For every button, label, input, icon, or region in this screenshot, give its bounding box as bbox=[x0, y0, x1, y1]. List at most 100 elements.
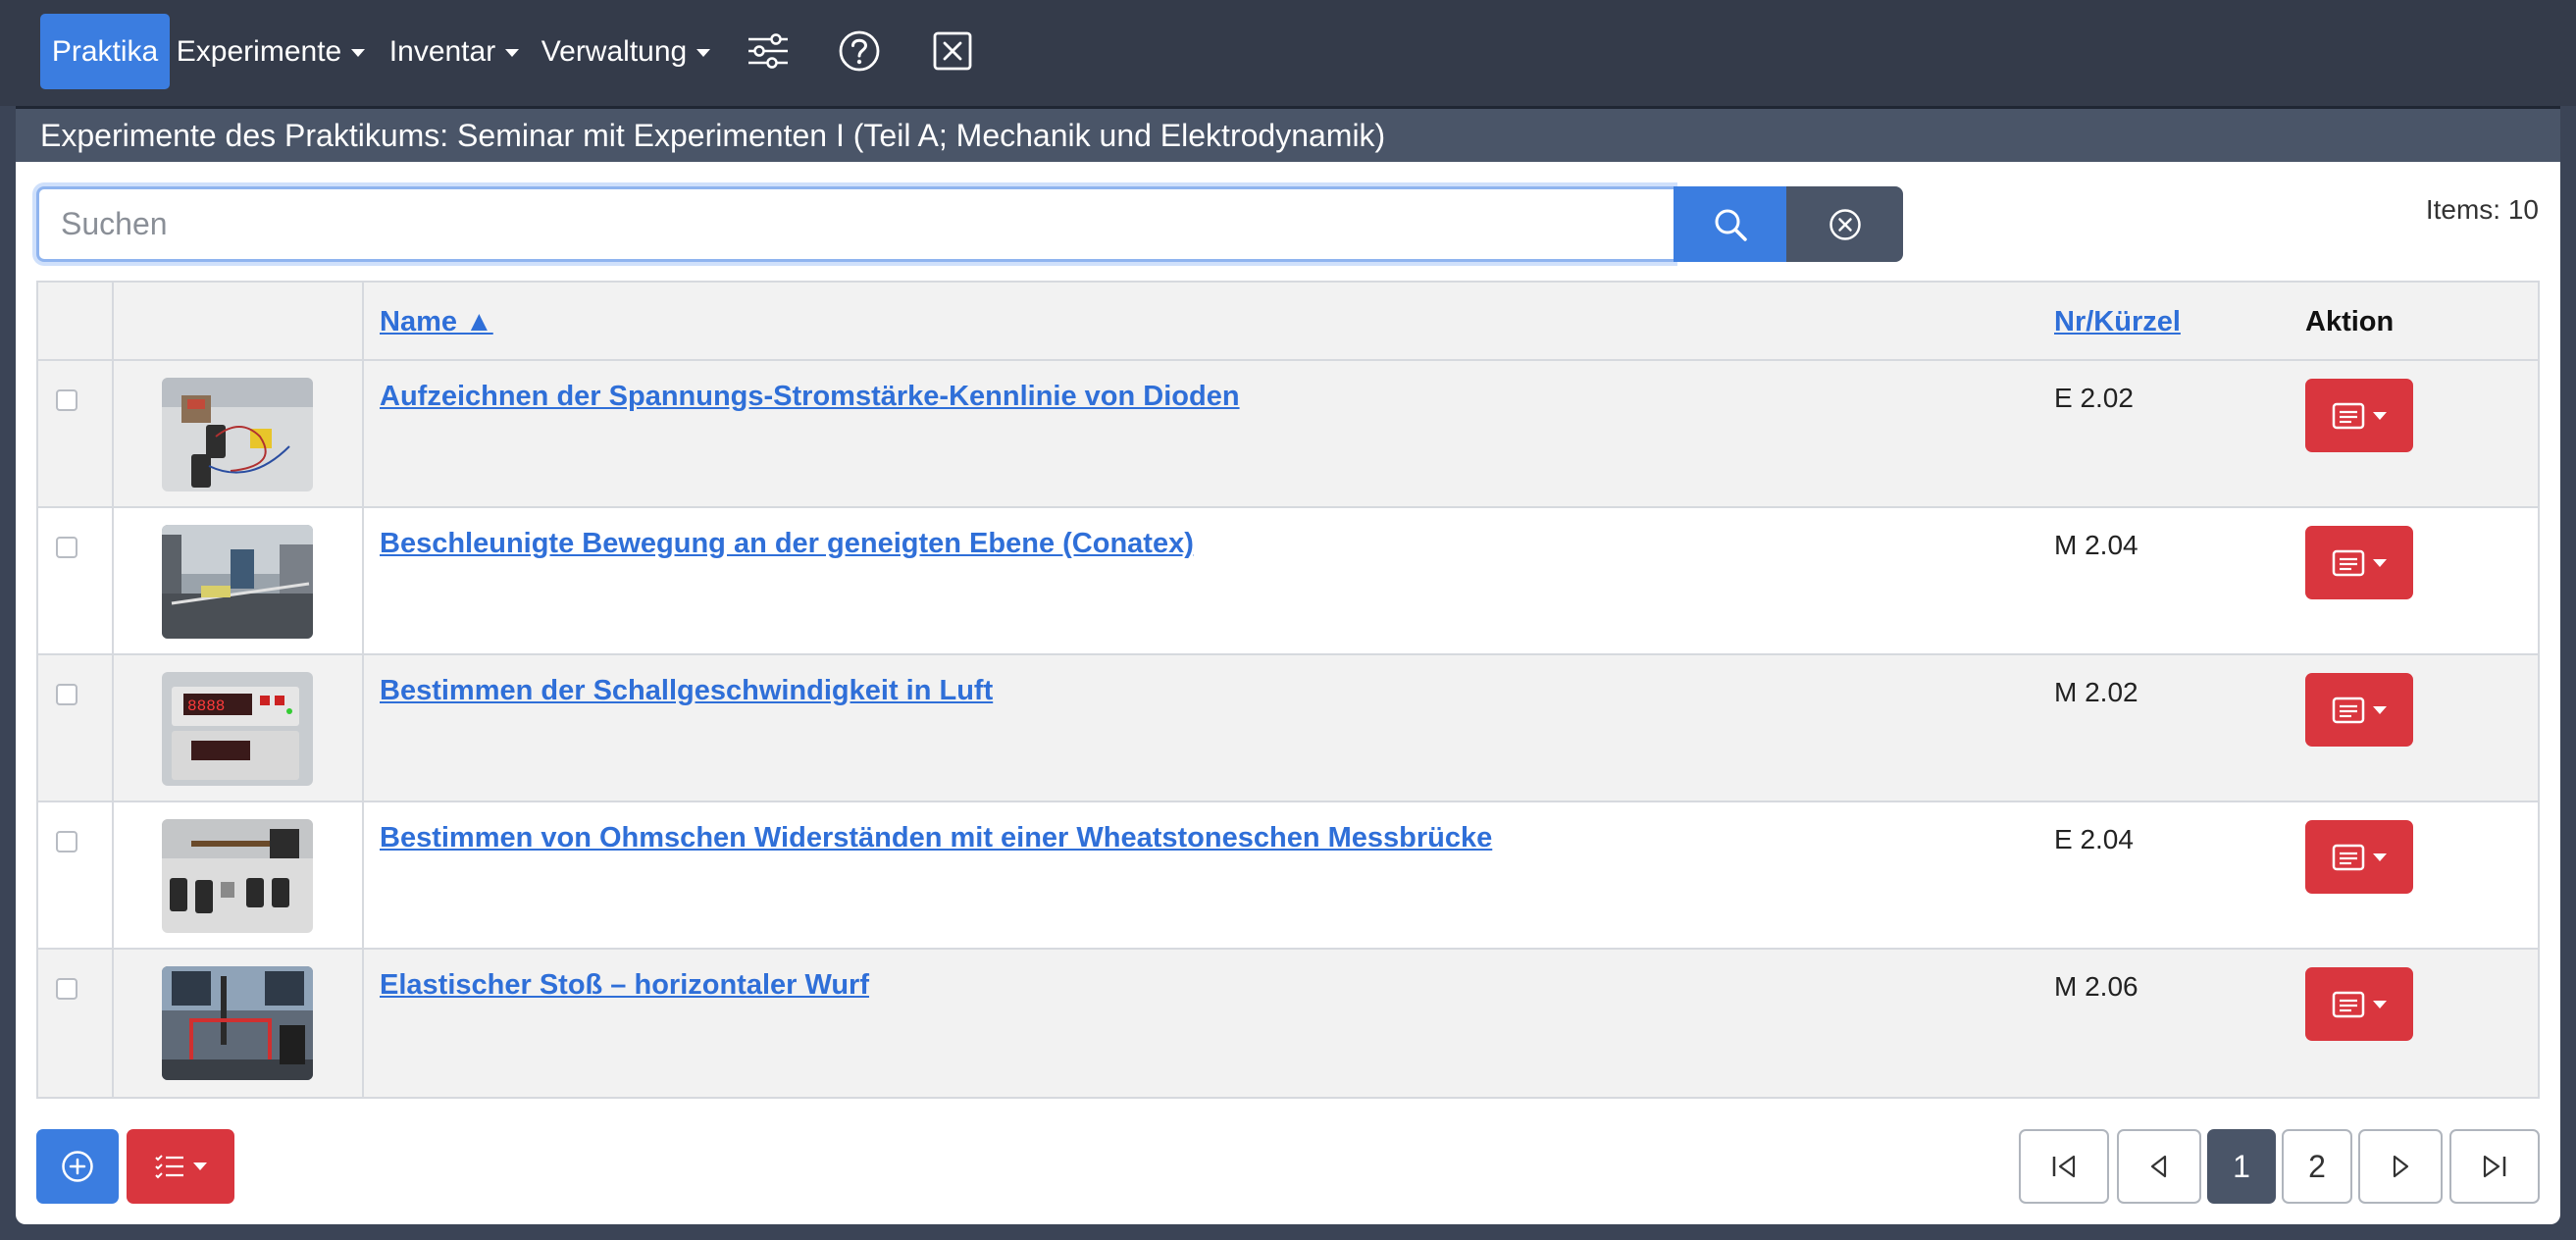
caret-down-icon bbox=[2373, 558, 2387, 567]
table-row: Beschleunigte Bewegung an der geneigten … bbox=[38, 508, 2538, 655]
row-action-dropdown[interactable] bbox=[2305, 379, 2413, 452]
row-checkbox[interactable] bbox=[56, 684, 77, 705]
row-action-dropdown[interactable] bbox=[2305, 820, 2413, 894]
column-header-name[interactable]: Name ▲ bbox=[380, 283, 493, 361]
settings-sliders-button[interactable] bbox=[741, 24, 796, 78]
experiment-name-link[interactable]: Bestimmen von Ohmschen Widerständen mit … bbox=[380, 822, 1492, 854]
previous-page-button[interactable] bbox=[2117, 1129, 2201, 1204]
search-bar bbox=[36, 186, 1903, 262]
sliders-icon bbox=[748, 33, 788, 69]
next-page-button[interactable] bbox=[2358, 1129, 2443, 1204]
nav-verwaltung-label: Verwaltung bbox=[541, 34, 688, 68]
help-button[interactable] bbox=[832, 24, 887, 78]
experiment-name-link[interactable]: Aufzeichnen der Spannungs-Stromstärke-Ke… bbox=[380, 381, 1240, 413]
table-row: Bestimmen von Ohmschen Widerständen mit … bbox=[38, 802, 2538, 950]
nav-experimente-label: Experimente bbox=[176, 34, 342, 68]
nav-praktika-label: Praktika bbox=[51, 34, 159, 68]
experiment-thumbnail bbox=[162, 525, 313, 639]
plus-circle-icon bbox=[62, 1151, 93, 1182]
nav-experimente-dropdown[interactable]: Experimente bbox=[176, 14, 366, 89]
add-experiment-button[interactable] bbox=[36, 1129, 119, 1204]
row-action-dropdown[interactable] bbox=[2305, 526, 2413, 599]
experiment-code: M 2.06 bbox=[2054, 971, 2138, 1002]
column-divider bbox=[362, 361, 364, 506]
experiment-name-link[interactable]: Elastischer Stoß – horizontaler Wurf bbox=[380, 969, 869, 1002]
experiment-code: M 2.04 bbox=[2054, 530, 2138, 560]
caret-left-icon bbox=[2150, 1155, 2167, 1178]
bulk-action-dropdown[interactable] bbox=[127, 1129, 234, 1204]
experiment-code: E 2.04 bbox=[2054, 824, 2134, 854]
column-divider bbox=[112, 283, 114, 359]
caret-down-icon bbox=[505, 48, 520, 57]
last-page-button[interactable] bbox=[2449, 1129, 2540, 1204]
caret-down-icon bbox=[2373, 852, 2387, 861]
nav-inventar-dropdown[interactable]: Inventar bbox=[385, 14, 524, 89]
caret-down-icon bbox=[2373, 1000, 2387, 1008]
page-title: Experimente des Praktikums: Seminar mit … bbox=[16, 106, 2560, 162]
list-alt-icon bbox=[2332, 549, 2365, 576]
caret-right-icon bbox=[2393, 1155, 2409, 1178]
caret-down-icon bbox=[2373, 411, 2387, 420]
column-divider bbox=[112, 508, 114, 653]
column-divider bbox=[362, 655, 364, 801]
table-header: Name ▲ Nr/Kürzel Aktion bbox=[38, 283, 2538, 361]
search-button[interactable] bbox=[1674, 186, 1787, 262]
row-action-dropdown[interactable] bbox=[2305, 673, 2413, 747]
column-divider bbox=[362, 283, 364, 359]
column-header-action: Aktion bbox=[2305, 305, 2395, 337]
row-checkbox[interactable] bbox=[56, 831, 77, 852]
sort-name-link[interactable]: Name ▲ bbox=[380, 306, 493, 338]
clear-search-button[interactable] bbox=[1786, 186, 1903, 262]
skip-end-icon bbox=[2483, 1155, 2506, 1178]
experiment-name-link[interactable]: Bestimmen der Schallgeschwindigkeit in L… bbox=[380, 675, 993, 707]
search-input[interactable] bbox=[36, 186, 1674, 262]
experiment-code: E 2.02 bbox=[2054, 383, 2134, 413]
experiment-thumbnail bbox=[162, 378, 313, 491]
page-button-2[interactable]: 2 bbox=[2282, 1129, 2352, 1204]
list-alt-icon bbox=[2332, 991, 2365, 1017]
list-check-icon bbox=[155, 1155, 183, 1179]
table-row: Elastischer Stoß – horizontaler Wurf M 2… bbox=[38, 950, 2538, 1097]
column-divider bbox=[362, 802, 364, 948]
close-square-icon bbox=[933, 31, 972, 71]
column-divider bbox=[112, 950, 114, 1097]
experiment-thumbnail: 8888 bbox=[162, 672, 313, 786]
svg-text:8888: 8888 bbox=[187, 698, 225, 715]
row-action-dropdown[interactable] bbox=[2305, 967, 2413, 1041]
top-navbar: Praktika Experimente Inventar Verwaltung bbox=[0, 0, 2576, 106]
column-divider bbox=[362, 950, 364, 1097]
column-header-code[interactable]: Nr/Kürzel bbox=[2054, 283, 2181, 361]
list-alt-icon bbox=[2332, 844, 2365, 870]
clear-circle-icon bbox=[1829, 208, 1861, 240]
main-panel: Experimente des Praktikums: Seminar mit … bbox=[16, 106, 2560, 1224]
caret-down-icon bbox=[193, 1162, 207, 1170]
experiment-code: M 2.02 bbox=[2054, 677, 2138, 707]
table-row: 8888 Bestimmen der Schallgeschwindigkeit… bbox=[38, 655, 2538, 802]
column-divider bbox=[112, 802, 114, 948]
nav-verwaltung-dropdown[interactable]: Verwaltung bbox=[540, 14, 712, 89]
items-count: Items: 10 bbox=[2425, 194, 2539, 225]
row-checkbox[interactable] bbox=[56, 978, 77, 1000]
experiment-thumbnail bbox=[162, 966, 313, 1080]
close-view-button[interactable] bbox=[925, 24, 980, 78]
page-button-1[interactable]: 1 bbox=[2207, 1129, 2276, 1204]
row-checkbox[interactable] bbox=[56, 389, 77, 411]
experiments-table: Name ▲ Nr/Kürzel Aktion Aufzeichnen der … bbox=[36, 281, 2540, 1099]
column-divider bbox=[112, 361, 114, 506]
question-circle-icon bbox=[839, 30, 880, 72]
caret-down-icon bbox=[696, 48, 711, 57]
nav-praktika[interactable]: Praktika bbox=[40, 14, 170, 89]
caret-down-icon bbox=[351, 48, 366, 57]
list-alt-icon bbox=[2332, 697, 2365, 723]
experiment-name-link[interactable]: Beschleunigte Bewegung an der geneigten … bbox=[380, 528, 1194, 560]
sort-code-link[interactable]: Nr/Kürzel bbox=[2054, 306, 2181, 338]
nav-inventar-label: Inventar bbox=[388, 34, 496, 68]
column-divider bbox=[112, 655, 114, 801]
experiment-thumbnail bbox=[162, 819, 313, 933]
row-checkbox[interactable] bbox=[56, 537, 77, 558]
column-divider bbox=[362, 508, 364, 653]
caret-down-icon bbox=[2373, 705, 2387, 714]
first-page-button[interactable] bbox=[2019, 1129, 2109, 1204]
table-row: Aufzeichnen der Spannungs-Stromstärke-Ke… bbox=[38, 361, 2538, 508]
search-icon bbox=[1715, 209, 1747, 241]
